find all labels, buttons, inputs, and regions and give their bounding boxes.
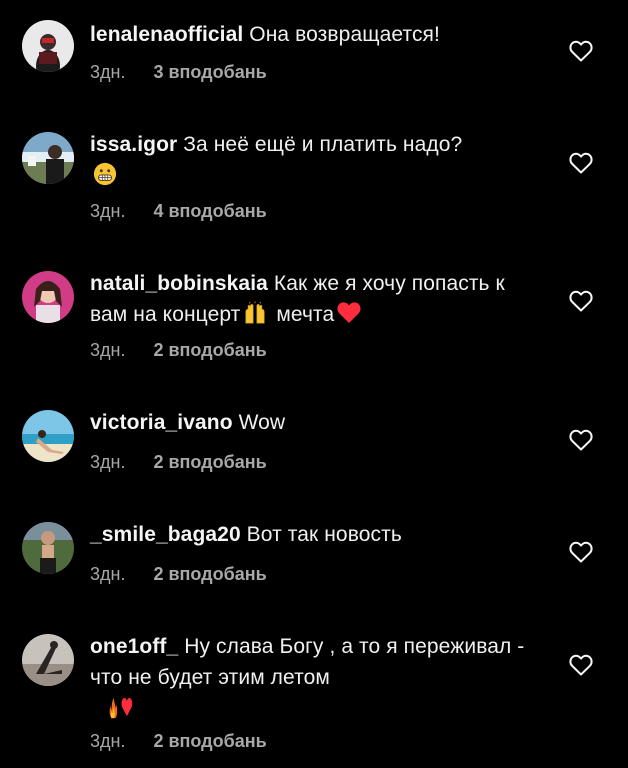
comment-meta: 3дн. 4 вподобань <box>90 199 267 223</box>
comment-likes[interactable]: 2 вподобань <box>153 562 266 586</box>
avatar[interactable] <box>22 634 74 686</box>
avatar[interactable] <box>22 20 74 72</box>
comment-body: one1off_ Ну слава Богу , а то я пережива… <box>90 631 535 724</box>
user-avatar-icon <box>22 20 74 72</box>
comment-meta: 3дн. 2 вподобань <box>90 450 267 474</box>
comment-username[interactable]: _smile_baga20 <box>90 523 241 546</box>
comment-username[interactable]: lenalenaofficial <box>90 23 243 46</box>
comment-username[interactable]: issa.igor <box>90 133 177 156</box>
comment-body: issa.igor За неё ещё и платить надо? <box>90 129 535 191</box>
comment-meta: 3дн. 2 вподобань <box>90 338 267 362</box>
comment-body: natali_bobinskaia Как же я хочу попасть … <box>90 268 535 330</box>
comment-time: 3дн. <box>90 62 126 82</box>
comment-text: За неё ещё и платить надо? <box>183 133 463 156</box>
heart-outline-icon[interactable] <box>569 40 593 62</box>
comment-time: 3дн. <box>90 201 126 221</box>
avatar[interactable] <box>22 132 74 184</box>
comment-time: 3дн. <box>90 340 126 360</box>
comment-meta: 3дн. 3 вподобань <box>90 60 267 84</box>
red-heart-emoji <box>337 302 361 323</box>
avatar[interactable] <box>22 522 74 574</box>
comment-likes[interactable]: 2 вподобань <box>153 338 266 362</box>
comment-likes[interactable]: 4 вподобань <box>153 199 266 223</box>
comment-body: lenalenaofficial Она возвращается! <box>90 19 535 50</box>
raising-hands-emoji <box>245 301 265 324</box>
comment-username[interactable]: victoria_ivano <box>90 411 233 434</box>
grimacing-face-emoji <box>93 162 117 186</box>
heart-outline-icon[interactable] <box>569 290 593 312</box>
heart-outline-icon[interactable] <box>569 654 593 676</box>
heart-outline-icon[interactable] <box>569 429 593 451</box>
user-avatar-icon <box>22 410 74 462</box>
comment-likes[interactable]: 2 вподобань <box>153 729 266 753</box>
comment-text-after: мечта <box>270 303 335 326</box>
comment-time: 3дн. <box>90 564 126 584</box>
comment-text: Wow <box>238 411 286 434</box>
avatar[interactable] <box>22 271 74 323</box>
comment-body: victoria_ivano Wow <box>90 407 535 438</box>
comment-text: Вот так новость <box>246 523 402 546</box>
avatar[interactable] <box>22 410 74 462</box>
user-avatar-icon <box>22 522 74 574</box>
comment-time: 3дн. <box>90 452 126 472</box>
comment-text: Она возвращается! <box>249 23 440 46</box>
user-avatar-icon <box>22 634 74 686</box>
heart-outline-icon[interactable] <box>569 541 593 563</box>
comment-body: _smile_baga20 Вот так новость <box>90 519 535 550</box>
comment-username[interactable]: one1off_ <box>90 635 178 658</box>
heart-outline-icon[interactable] <box>569 152 593 174</box>
fire-and-red-heart-emoji <box>109 697 133 719</box>
comment-meta: 3дн. 2 вподобань <box>90 729 267 753</box>
comment-time: 3дн. <box>90 731 126 751</box>
user-avatar-icon <box>22 271 74 323</box>
comment-username[interactable]: natali_bobinskaia <box>90 272 268 295</box>
comment-likes[interactable]: 2 вподобань <box>153 450 266 474</box>
comment-likes[interactable]: 3 вподобань <box>153 60 266 84</box>
user-avatar-icon <box>22 132 74 184</box>
comment-meta: 3дн. 2 вподобань <box>90 562 267 586</box>
